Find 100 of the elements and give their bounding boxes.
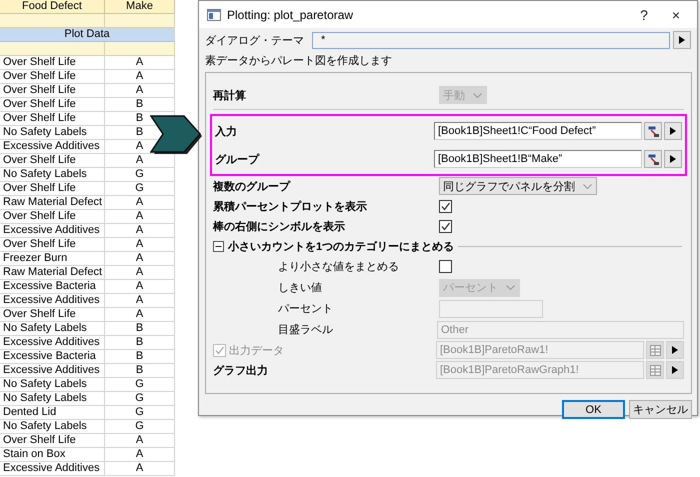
field-label: ダイアログ・テーマ xyxy=(205,34,305,48)
table-cell: No Safety Labels xyxy=(0,126,105,140)
table-cell: G xyxy=(105,378,175,392)
table-cell: A xyxy=(105,308,175,322)
table-cell: B xyxy=(105,350,175,364)
arrow-button[interactable] xyxy=(673,31,691,49)
field-label: グラフ出力 xyxy=(213,364,268,378)
section-label: Plot Data xyxy=(0,28,175,42)
checkbox[interactable] xyxy=(439,200,452,212)
triangle-icon xyxy=(672,346,678,354)
collapse-icon[interactable] xyxy=(213,240,224,252)
table-cell: G xyxy=(105,420,175,434)
table-cell: A xyxy=(105,196,175,210)
table-cell: No Safety Labels xyxy=(0,322,105,336)
chevron-down-icon xyxy=(506,285,515,290)
arrow-drawing xyxy=(150,115,202,154)
table-cell: G xyxy=(105,182,175,196)
table-cell: Raw Material Defect xyxy=(0,196,105,210)
chevron-down-icon xyxy=(583,184,592,188)
table-cell: Excessive Bacteria xyxy=(0,350,105,364)
table-cell: Over Shelf Life xyxy=(0,210,105,224)
checkbox[interactable] xyxy=(439,260,452,273)
table-icon xyxy=(650,364,660,376)
table-cell: B xyxy=(105,364,175,378)
field-label: より小さな値をまとめる xyxy=(278,260,399,274)
table-cell: Excessive Additives xyxy=(0,294,105,308)
table-cell: Excessive Additives xyxy=(0,462,105,476)
triangle-icon xyxy=(679,36,685,44)
table-cell: Excessive Additives xyxy=(0,140,105,154)
cancel-button[interactable]: キャンセル xyxy=(629,400,692,419)
table-cell: Freezer Burn xyxy=(0,252,105,266)
input-field[interactable]: [Book1B]Sheet1!C“Food Defect” xyxy=(434,122,642,140)
table-cell: No Safety Labels xyxy=(0,168,105,182)
triangle-icon xyxy=(670,155,676,163)
table-cell: A xyxy=(105,210,175,224)
select-range-button[interactable] xyxy=(644,150,662,168)
table-cell: Over Shelf Life xyxy=(0,182,105,196)
column-header: Food Defect xyxy=(0,0,105,14)
select-range-button[interactable] xyxy=(644,122,662,140)
field-label: しきい値 xyxy=(278,281,322,295)
checkbox[interactable] xyxy=(439,220,452,232)
table-cell xyxy=(105,42,175,56)
dropdown[interactable]: 同じグラフでパネルを分割 xyxy=(439,177,597,195)
table-cell: No Safety Labels xyxy=(0,420,105,434)
table-cell: G xyxy=(105,168,175,182)
table-cell: Over Shelf Life xyxy=(0,112,105,126)
table-cell: Stain on Box xyxy=(0,448,105,462)
table-cell xyxy=(105,14,175,28)
chevron-down-icon xyxy=(473,92,482,98)
description-text: 素データからパレート図を作成します xyxy=(205,54,393,68)
arrow-button[interactable] xyxy=(664,122,682,140)
table-cell: A xyxy=(105,434,175,448)
table-cell: A xyxy=(105,266,175,280)
field-label: 累積パーセントプロットを表示 xyxy=(213,200,367,214)
table-cell: Over Shelf Life xyxy=(0,154,105,168)
table-cell: No Safety Labels xyxy=(0,392,105,406)
field-label: 入力 xyxy=(215,124,237,138)
table-cell: Excessive Additives xyxy=(0,224,105,238)
table-cell: A xyxy=(105,224,175,238)
triangle-icon xyxy=(672,366,678,374)
table-cell: A xyxy=(105,294,175,308)
field-label: 目盛ラベル xyxy=(278,322,333,337)
table-cell: B xyxy=(105,336,175,350)
table-cell: A xyxy=(105,238,175,252)
arrow-button[interactable] xyxy=(664,150,682,168)
table-cell: A xyxy=(105,462,175,476)
range-pick-icon xyxy=(648,154,658,164)
field-label: 棒の右側にシンボルを表示 xyxy=(213,220,345,234)
field-label: パーセント xyxy=(278,302,333,316)
window-title: Plotting: plot_paretoraw xyxy=(227,8,354,22)
table-icon xyxy=(650,344,660,356)
table-cell: A xyxy=(105,448,175,462)
table-cell: Excessive Additives xyxy=(0,336,105,350)
table-cell: Dented Lid xyxy=(0,406,105,420)
table-cell: Over Shelf Life xyxy=(0,98,105,112)
triangle-icon xyxy=(670,127,676,135)
table-cell: Over Shelf Life xyxy=(0,56,105,70)
table-cell: Over Shelf Life xyxy=(0,308,105,322)
table-cell: Over Shelf Life xyxy=(0,70,105,84)
ok-button[interactable]: OK xyxy=(562,400,625,419)
table-cell: A xyxy=(105,56,175,70)
table-cell: Raw Material Defect xyxy=(0,266,105,280)
field-label: 出力データ xyxy=(229,344,284,358)
help-button[interactable]: ? xyxy=(631,6,657,22)
input-field[interactable]: [Book1B]Sheet1!B“Make” xyxy=(434,150,642,168)
table-cell: A xyxy=(105,280,175,294)
window-icon xyxy=(207,8,221,20)
table-cell: G xyxy=(105,392,175,406)
field-label: 再計算 xyxy=(213,88,246,102)
table-cell: B xyxy=(105,322,175,336)
table-cell: Over Shelf Life xyxy=(0,238,105,252)
close-button[interactable]: × xyxy=(663,6,689,22)
table-cell: Excessive Bacteria xyxy=(0,280,105,294)
table-cell: Over Shelf Life xyxy=(0,84,105,98)
theme-field[interactable]: * xyxy=(312,32,670,48)
range-pick-icon xyxy=(648,126,658,136)
table-cell: A xyxy=(105,252,175,266)
field-label: グループ xyxy=(215,152,259,166)
section-title: 小さいカウントを1つのカテゴリーにまとめる xyxy=(228,240,454,254)
table-cell: No Safety Labels xyxy=(0,378,105,392)
